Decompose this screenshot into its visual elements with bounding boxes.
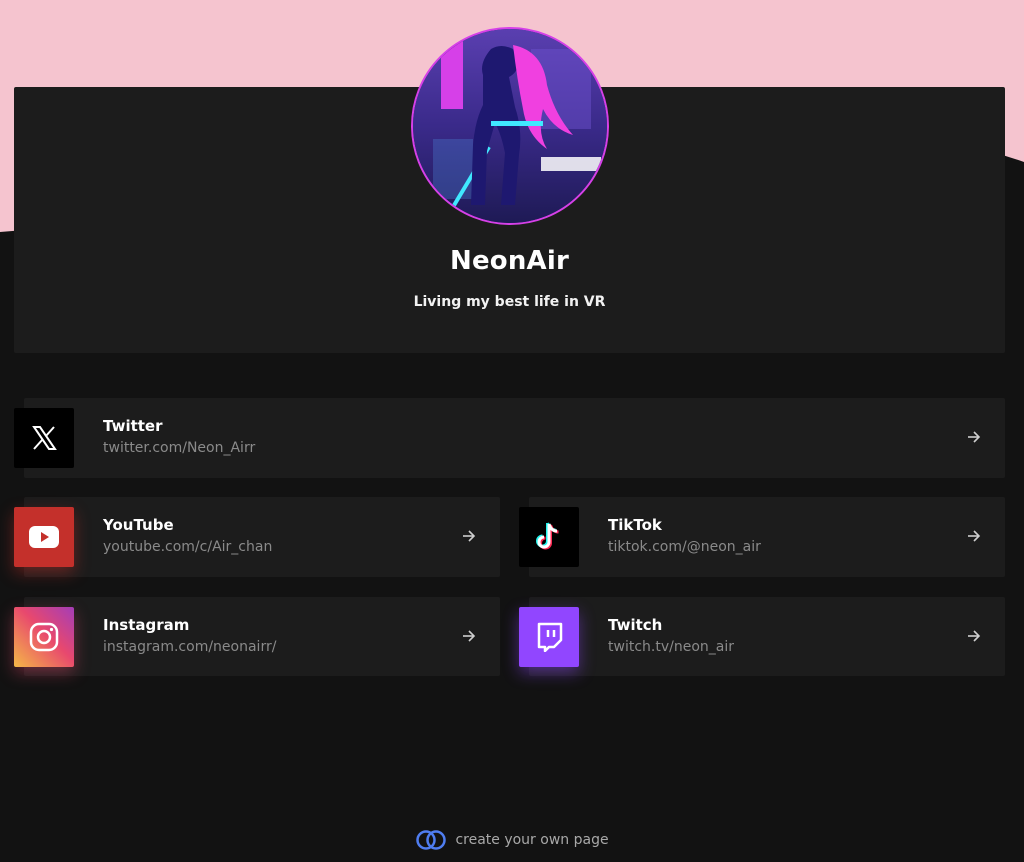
profile-name: NeonAir (449, 246, 570, 276)
arrow-right-icon (968, 530, 981, 542)
x-logo-icon (14, 408, 74, 468)
footer-text: create your own page (455, 832, 609, 848)
profile-bio: Living my best life in VR (413, 294, 606, 310)
youtube-icon (14, 507, 74, 567)
link-card-tiktok[interactable]: TikTok tiktok.com/@neon_air (519, 497, 1005, 577)
link-url: twitch.tv/neon_air (608, 639, 734, 655)
link-card-instagram[interactable]: Instagram instagram.com/neonairr/ (14, 597, 500, 676)
arrow-right-icon (463, 630, 476, 642)
link-url: twitter.com/Neon_Airr (103, 440, 256, 456)
link-title: YouTube (103, 516, 174, 534)
arrow-right-icon (463, 530, 476, 542)
create-page-link[interactable]: create your own page (0, 829, 1024, 851)
link-title: Twitter (103, 417, 163, 435)
link-title: Twitch (608, 616, 663, 634)
arrow-right-icon (968, 630, 981, 642)
link-url: tiktok.com/@neon_air (608, 539, 761, 555)
link-card-twitch[interactable]: Twitch twitch.tv/neon_air (519, 597, 1005, 676)
twitch-icon (519, 607, 579, 667)
link-title: Instagram (103, 616, 190, 634)
neon-character-avatar-icon (413, 29, 607, 223)
tiktok-icon (519, 507, 579, 567)
link-card-twitter[interactable]: Twitter twitter.com/Neon_Airr (14, 398, 1005, 478)
profile-avatar[interactable] (411, 27, 609, 225)
link-title: TikTok (608, 516, 662, 534)
link-url: youtube.com/c/Air_chan (103, 539, 273, 555)
link-card-youtube[interactable]: YouTube youtube.com/c/Air_chan (14, 497, 500, 577)
link-url: instagram.com/neonairr/ (103, 639, 277, 655)
linked-rings-icon (416, 830, 447, 850)
arrow-right-icon (968, 431, 981, 443)
instagram-icon (14, 607, 74, 667)
